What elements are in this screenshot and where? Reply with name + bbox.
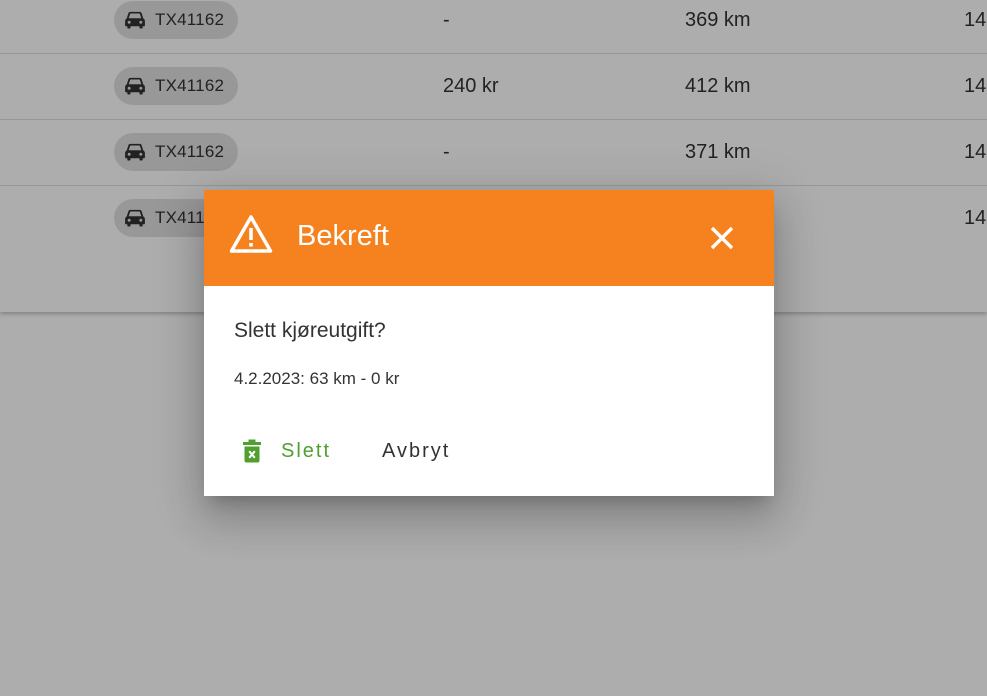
close-icon bbox=[710, 226, 734, 250]
trash-icon bbox=[243, 439, 261, 463]
warning-icon bbox=[229, 215, 273, 253]
cancel-button[interactable]: Avbryt bbox=[382, 430, 450, 472]
dialog-detail: 4.2.2023: 63 km - 0 kr bbox=[234, 369, 400, 388]
dialog-question: Slett kjøreutgift? bbox=[234, 319, 386, 342]
dialog-header: Bekreft bbox=[204, 190, 774, 286]
delete-button[interactable]: Slett bbox=[242, 430, 331, 472]
delete-button-label: Slett bbox=[281, 439, 332, 462]
cancel-button-label: Avbryt bbox=[382, 439, 451, 462]
dialog-title: Bekreft bbox=[297, 220, 389, 252]
close-button[interactable] bbox=[700, 216, 744, 260]
confirm-dialog: Bekreft Slett kjøreutgift? 4.2.2023: 63 … bbox=[204, 190, 774, 496]
